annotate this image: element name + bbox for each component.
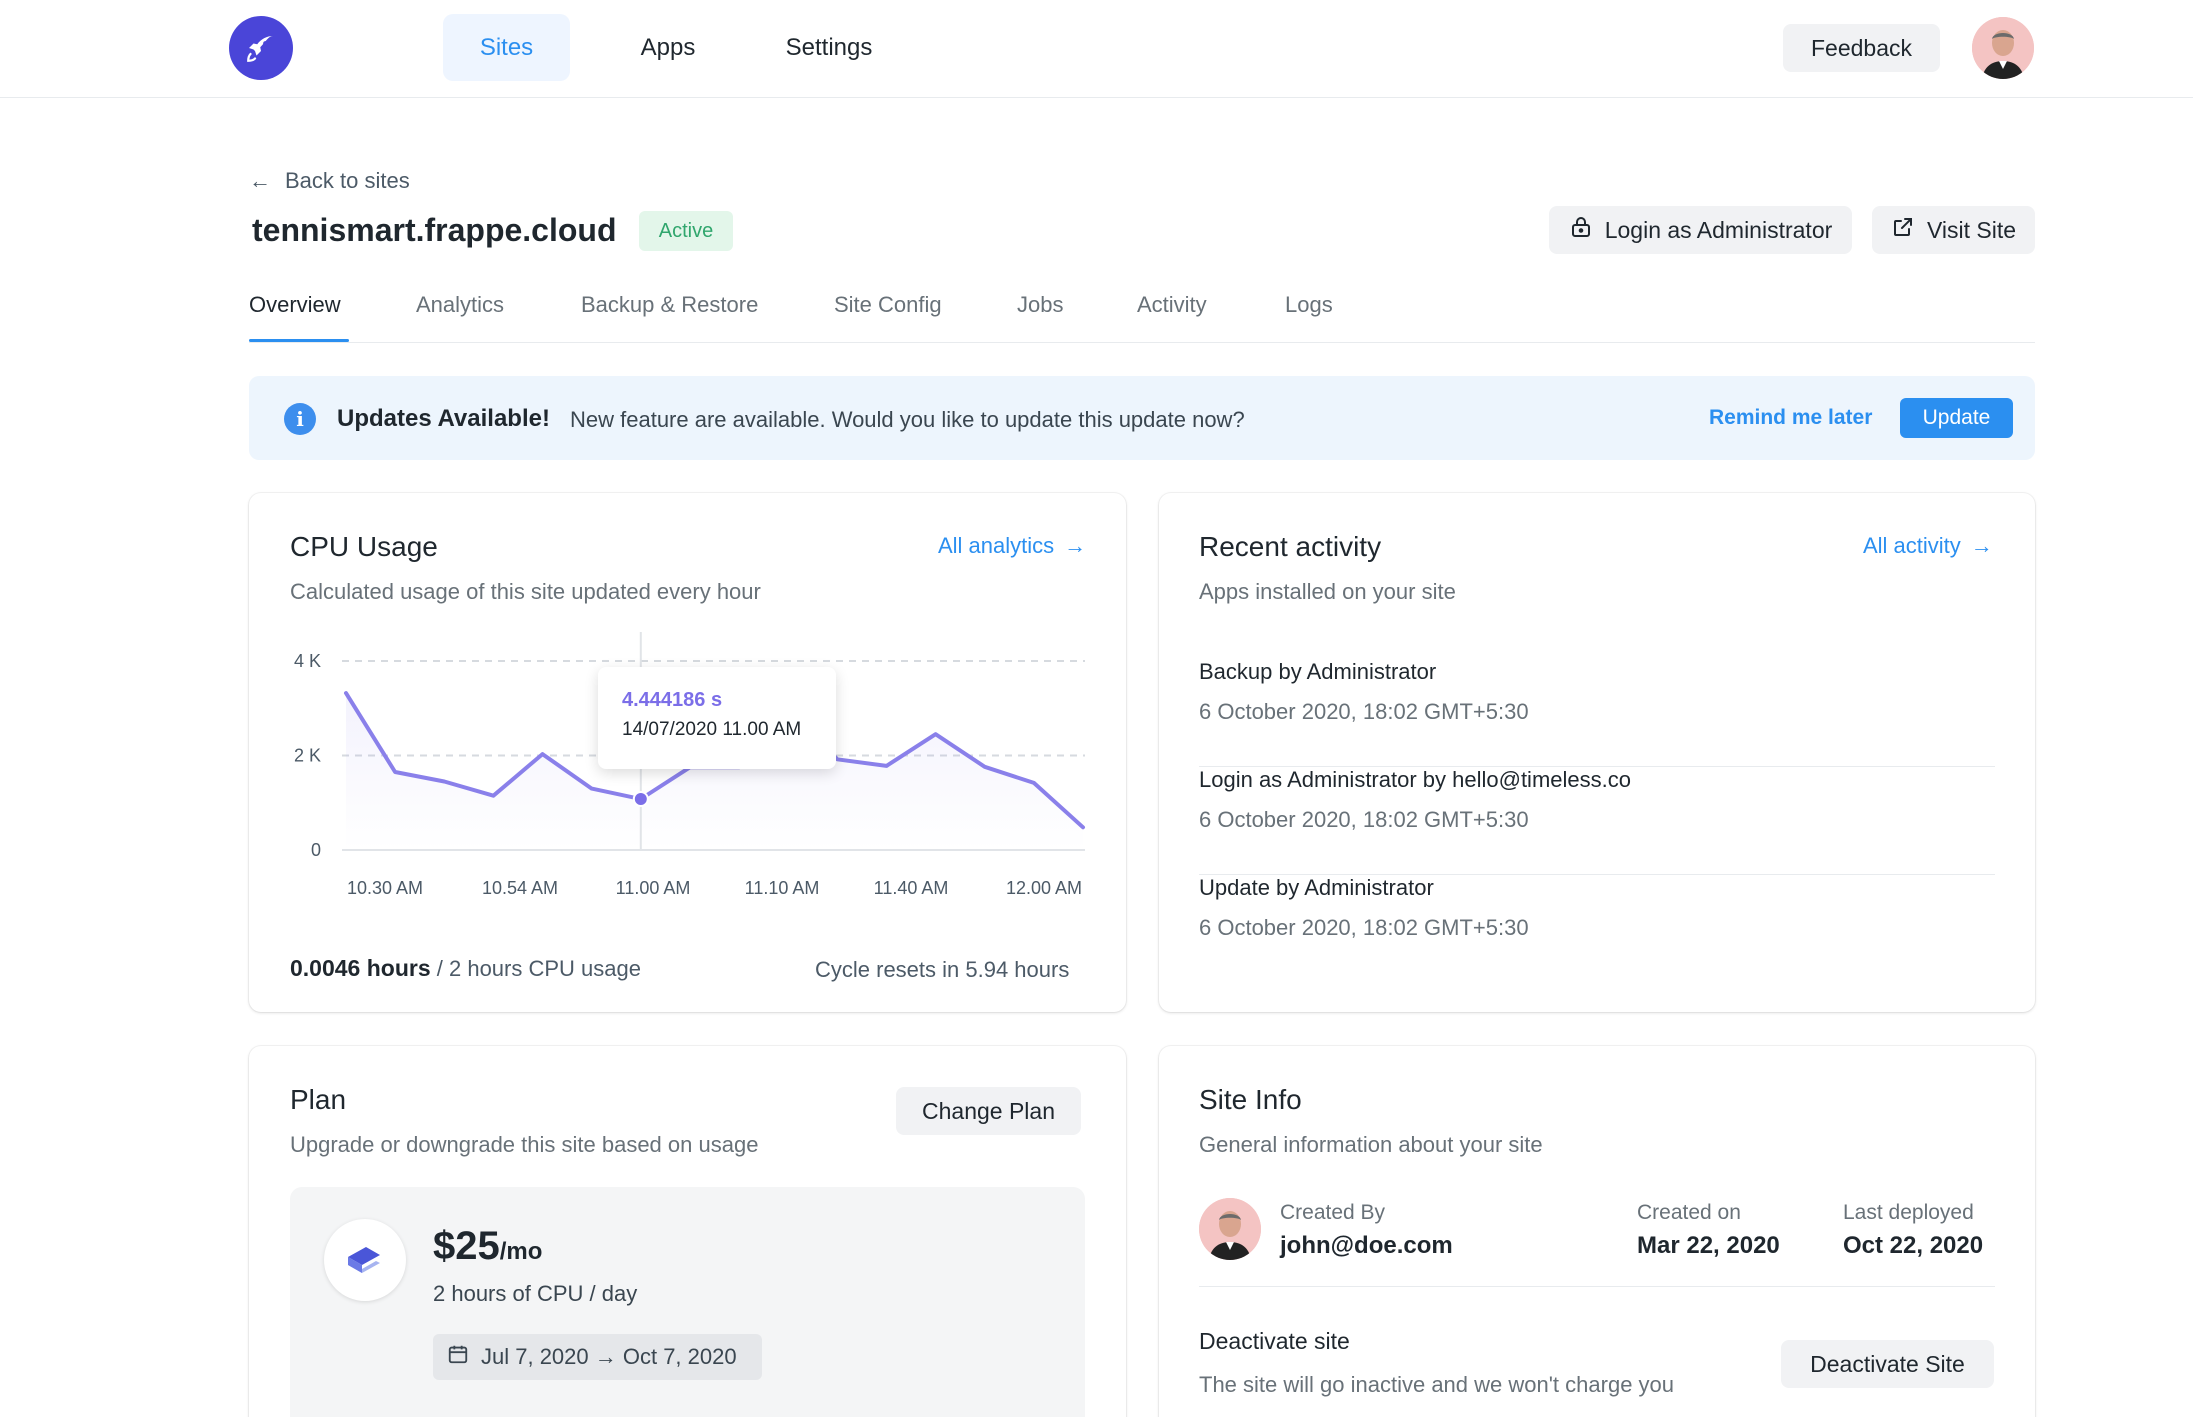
calendar-icon [447,1343,469,1371]
cpu-hours-used: 0.0046 hours [290,955,431,981]
plan-description: 2 hours of CPU / day [433,1281,638,1306]
back-to-sites-link[interactable]: ← Back to sites [249,168,410,194]
all-activity-link[interactable]: All activity → [1863,533,1993,559]
page-title: tennismart.frappe.cloud [252,212,617,248]
site-info-title: Site Info [1199,1084,1302,1115]
arrow-right-icon: → [1064,533,1087,558]
last-deployed-value: Oct 22, 2020 [1843,1232,1984,1259]
cpu-card-title: CPU Usage [290,531,438,562]
cpu-hours-quota: / 2 hours CPU usage [436,956,641,981]
user-avatar[interactable] [1972,17,2034,79]
tab-backup-restore[interactable]: Backup & Restore [581,292,758,318]
back-link-label: Back to sites [285,168,410,193]
deactivate-site-title: Deactivate site [1199,1328,1350,1354]
tab-site-config[interactable]: Site Config [834,292,942,318]
status-badge: Active [639,211,733,251]
tab-analytics[interactable]: Analytics [416,292,504,318]
tooltip-value: 4.444186 s [622,689,723,711]
site-info-subtitle: General information about your site [1199,1132,1543,1157]
activity-time: 6 October 2020, 18:02 GMT+5:30 [1199,807,1529,832]
created-by-value: john@doe.com [1280,1232,1453,1259]
arrow-right-icon: → [1970,533,1993,558]
creator-avatar [1199,1198,1261,1260]
plan-price-amount: $25 [433,1224,500,1268]
site-tabs: Overview Analytics Backup & Restore Site… [249,284,2035,343]
plan-dates-text: Jul 7, 2020 → Oct 7, 2020 [481,1344,737,1369]
deactivate-site-description: The site will go inactive and we won't c… [1199,1372,1675,1397]
deactivate-site-button[interactable]: Deactivate Site [1781,1340,1994,1388]
last-deployed-label: Last deployed [1843,1201,1974,1224]
visit-site-button[interactable]: Visit Site [1872,206,2035,254]
activity-card-title: Recent activity [1199,531,1382,562]
login-admin-label: Login as Administrator [1604,216,1833,243]
activity-title: Login as Administrator by hello@timeless… [1199,767,1631,792]
change-plan-button[interactable]: Change Plan [896,1087,1081,1135]
plan-card-subtitle: Upgrade or downgrade this site based on … [290,1132,759,1157]
plan-icon [324,1219,406,1301]
tab-overview[interactable]: Overview [249,292,341,318]
tooltip-time: 14/07/2020 11.00 AM [622,719,802,740]
current-plan-box [290,1187,1085,1417]
active-tab-indicator [249,339,349,342]
arrow-left-icon: ← [249,168,271,193]
nav-apps[interactable]: Apps [620,14,716,81]
external-link-icon [1891,215,1915,245]
divider [1199,1286,1995,1287]
activity-item[interactable]: Update by Administrator 6 October 2020, … [1199,875,1995,983]
activity-title: Backup by Administrator [1199,659,1437,684]
tab-jobs[interactable]: Jobs [1017,292,1063,318]
visit-site-label: Visit Site [1926,216,2017,243]
info-icon: i [284,403,316,435]
all-analytics-label: All analytics [938,533,1055,558]
all-analytics-link[interactable]: All analytics → [938,533,1086,559]
rocket-logo-icon[interactable] [229,16,293,80]
created-on-label: Created on [1637,1201,1741,1224]
feedback-button[interactable]: Feedback [1783,24,1940,72]
activity-card-subtitle: Apps installed on your site [1199,579,1456,604]
cpu-card-subtitle: Calculated usage of this site updated ev… [290,579,761,604]
plan-price-period: /mo [499,1238,543,1265]
cycle-reset-text: Cycle resets in 5.94 hours [815,957,1070,982]
alert-message: New feature are available. Would you lik… [570,407,1245,432]
tab-logs[interactable]: Logs [1285,292,1333,318]
plan-card-title: Plan [290,1084,347,1115]
created-on-value: Mar 22, 2020 [1637,1232,1780,1259]
update-button[interactable]: Update [1900,398,2013,438]
activity-item[interactable]: Login as Administrator by hello@timeless… [1199,767,1995,875]
lock-icon [1569,215,1593,245]
activity-item[interactable]: Backup by Administrator 6 October 2020, … [1199,659,1995,767]
remind-me-later-link[interactable]: Remind me later [1709,406,1872,430]
created-by-label: Created By [1280,1201,1386,1224]
nav-settings[interactable]: Settings [765,14,893,81]
activity-time: 6 October 2020, 18:02 GMT+5:30 [1199,699,1529,724]
activity-title: Update by Administrator [1199,875,1434,900]
tab-activity[interactable]: Activity [1137,292,1207,318]
alert-title: Updates Available! [337,405,550,432]
plan-dates-badge: Jul 7, 2020 → Oct 7, 2020 [433,1334,762,1380]
all-activity-label: All activity [1863,533,1961,558]
cpu-usage-summary: 0.0046 hours / 2 hours CPU usage [290,955,641,982]
top-navigation: Sites Apps Settings Feedback [0,0,2193,98]
plan-price: $25/mo [433,1224,542,1269]
login-as-administrator-button[interactable]: Login as Administrator [1549,206,1852,254]
nav-sites[interactable]: Sites [443,14,570,81]
activity-time: 6 October 2020, 18:02 GMT+5:30 [1199,915,1529,940]
chart-tooltip: 4.444186 s 14/07/2020 11.00 AM [598,667,836,769]
